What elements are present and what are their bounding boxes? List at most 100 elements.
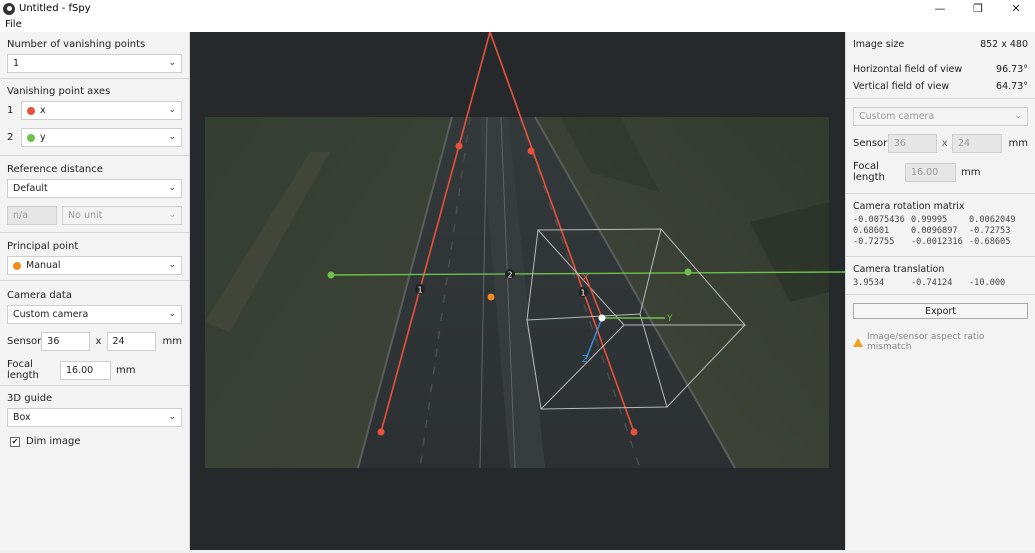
pp-select[interactable]: Manual ⌄	[7, 256, 182, 275]
axis-row-2: 2 y ⌄	[7, 128, 182, 147]
vp1-handle[interactable]	[455, 142, 463, 150]
camera-label: Camera data	[7, 290, 72, 301]
vp2-marker: 2	[508, 271, 513, 280]
focal-input[interactable]: 16.00	[60, 360, 111, 380]
right-camera-select[interactable]: Custom camera ⌄	[853, 107, 1028, 126]
background-photo	[205, 116, 829, 469]
num-vp-select[interactable]: 1 ⌄	[7, 54, 182, 73]
fspy-logo-icon	[3, 2, 15, 15]
hfov-row: Horizontal field of view 96.73°	[846, 64, 1035, 75]
matrix-cell: -0.0012316	[911, 237, 963, 247]
principal-point-handle[interactable]	[487, 293, 495, 301]
canvas-svg: X Y Z 1 2 1	[205, 31, 846, 469]
chevron-down-icon: ⌄	[168, 105, 176, 115]
translation-title: Camera translation	[853, 264, 945, 275]
sensor-row: Sensor 36 x 24 mm	[7, 332, 182, 351]
num-vp-section: Number of vanishing points 1 ⌄	[0, 32, 189, 79]
sensor-x-label: x	[95, 336, 102, 347]
menu-file[interactable]: File	[5, 19, 22, 30]
matrix-cell: -0.0075436	[853, 215, 905, 225]
axis-1-value: x	[40, 105, 46, 116]
right-sensor-unit: mm	[1008, 138, 1028, 149]
translation-label-row: Camera translation	[846, 264, 1035, 275]
vp2-handle[interactable]	[327, 271, 335, 279]
matrix-cell: -0.72753	[969, 226, 1011, 236]
red-dot-icon	[27, 106, 35, 115]
orange-dot-icon	[13, 261, 21, 270]
camera-section: Camera data Custom camera ⌄ Sensor 36 x …	[0, 281, 189, 386]
matrix-cell: 0.0062049	[969, 215, 1016, 225]
vp1-handle[interactable]	[377, 428, 385, 436]
ref-dist-value: Default	[13, 183, 48, 194]
focal-row: Focal length 16.00 mm	[7, 359, 182, 381]
chevron-down-icon: ⌄	[168, 260, 176, 270]
right-panel: Image size 852 x 480 Horizontal field of…	[845, 32, 1035, 550]
translation-cell: 3.9534	[853, 278, 885, 288]
axis-number-2: 2	[7, 132, 14, 143]
vp1-marker-b: 1	[581, 289, 586, 298]
matrix-cell: -0.68605	[969, 237, 1011, 247]
matrix-cell: 0.99995	[911, 215, 948, 225]
warning-icon	[853, 337, 863, 347]
image-canvas[interactable]: X Y Z 1 2 1	[190, 31, 846, 550]
vp1-handle[interactable]	[630, 428, 638, 436]
guide-select[interactable]: Box ⌄	[7, 408, 182, 427]
ref-dist-row: n/a No unit ⌄	[7, 206, 182, 225]
axis-number-1: 1	[7, 105, 14, 116]
chevron-down-icon: ⌄	[168, 412, 176, 422]
close-button[interactable]: ✕	[997, 0, 1035, 17]
axis-1-select[interactable]: x ⌄	[21, 101, 182, 120]
dim-image-label: Dim image	[26, 436, 81, 447]
dim-image-row[interactable]: ✔ Dim image	[7, 436, 182, 447]
right-focal-value: 16.00	[905, 162, 956, 182]
guide-section: 3D guide Box ⌄ ✔ Dim image	[0, 386, 189, 447]
rotation-title: Camera rotation matrix	[853, 201, 965, 212]
axis-2-value: y	[40, 132, 46, 143]
pp-section: Principal point Manual ⌄	[0, 233, 189, 281]
axis-row-1: 1 x ⌄	[7, 101, 182, 120]
minimize-button[interactable]: —	[921, 0, 959, 17]
vp2-handle[interactable]	[684, 268, 692, 276]
translation-cell: -10.000	[969, 278, 1006, 288]
chevron-down-icon: ⌄	[1014, 111, 1022, 121]
dim-image-checkbox[interactable]: ✔	[10, 436, 20, 447]
image-size-row: Image size 852 x 480	[846, 39, 1035, 50]
origin-handle[interactable]	[598, 314, 606, 322]
window-title: Untitled - fSpy	[19, 3, 91, 14]
sensor-unit: mm	[162, 336, 182, 347]
axis-2-select[interactable]: y ⌄	[21, 128, 182, 147]
matrix-cell: 0.68601	[853, 226, 890, 236]
right-camera-section: Custom camera ⌄ Sensor 36 x 24 mm Focal …	[846, 99, 1035, 194]
right-focal-unit: mm	[961, 166, 981, 178]
axis-x-label: X	[582, 273, 589, 284]
rotation-matrix: -0.0075436 0.99995 0.0062049 0.68601 0.0…	[846, 215, 1035, 247]
sensor-width-input[interactable]: 36	[41, 332, 91, 351]
sensor-height-input[interactable]: 24	[106, 332, 156, 351]
rotation-label: Camera rotation matrix	[846, 201, 1035, 212]
export-button[interactable]: Export	[853, 303, 1028, 319]
camera-select[interactable]: Custom camera ⌄	[7, 305, 182, 324]
right-sensor-row: Sensor 36 x 24 mm	[853, 134, 1028, 153]
image-size-label: Image size	[853, 39, 905, 50]
menu-bar: File	[0, 17, 1035, 32]
sensor-label: Sensor	[7, 336, 42, 347]
vp1-handle[interactable]	[527, 147, 535, 155]
maximize-button[interactable]: ❐	[959, 0, 997, 17]
chevron-down-icon: ⌄	[168, 58, 176, 68]
ref-dist-select[interactable]: Default ⌄	[7, 179, 182, 198]
rotation-section: Camera rotation matrix -0.0075436 0.9999…	[846, 194, 1035, 257]
chevron-down-icon: ⌄	[168, 309, 176, 319]
camera-value: Custom camera	[13, 309, 89, 320]
right-camera-value: Custom camera	[859, 111, 935, 122]
ref-dist-unit-select[interactable]: No unit ⌄	[62, 206, 182, 225]
pp-value: Manual	[26, 260, 61, 271]
ref-dist-input[interactable]: n/a	[7, 206, 57, 225]
translation-section: Camera translation 3.9534 -0.74124 -10.0…	[846, 257, 1035, 295]
ref-dist-unit-value: No unit	[68, 210, 103, 221]
results-section: Image size 852 x 480 Horizontal field of…	[846, 32, 1035, 99]
num-vp-value: 1	[13, 58, 20, 69]
vp1-marker-a: 1	[418, 286, 423, 295]
focal-label: Focal length	[7, 359, 39, 381]
title-bar: Untitled - fSpy — ❐ ✕	[0, 0, 1035, 17]
image-size-value: 852 x 480	[980, 39, 1028, 50]
